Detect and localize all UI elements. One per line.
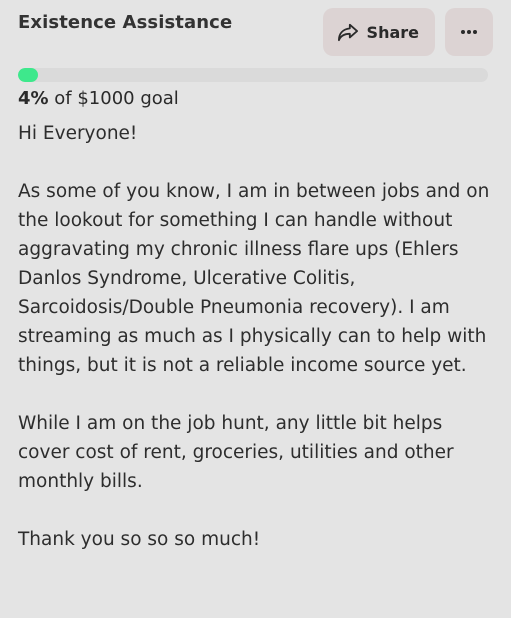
description-paragraph: While I am on the job hunt, any little b… <box>18 413 454 492</box>
goal-progress-bar <box>18 68 488 82</box>
description-paragraph: As some of you know, I am in between job… <box>18 181 490 376</box>
description-paragraph: Hi Everyone! <box>18 123 138 144</box>
fundraiser-title: Existence Assistance <box>18 12 233 33</box>
fundraiser-description: Hi Everyone! As some of you know, I am i… <box>18 119 492 554</box>
goal-percent: 4% <box>18 88 49 109</box>
description-paragraph: Thank you so so so much! <box>18 529 261 550</box>
share-button[interactable]: Share <box>322 8 435 56</box>
goal-progress-fill <box>18 68 38 82</box>
share-icon <box>337 22 359 42</box>
goal-text: of $1000 goal <box>48 88 179 109</box>
header-actions: Share <box>322 8 493 56</box>
more-horizontal-icon <box>460 29 478 35</box>
goal-summary: 4% of $1000 goal <box>18 88 493 109</box>
share-label: Share <box>366 22 419 42</box>
card-header: Existence Assistance Share <box>18 8 493 64</box>
fundraiser-card: Existence Assistance Share 4% of $1000 g… <box>0 0 511 618</box>
more-options-button[interactable] <box>445 8 493 56</box>
